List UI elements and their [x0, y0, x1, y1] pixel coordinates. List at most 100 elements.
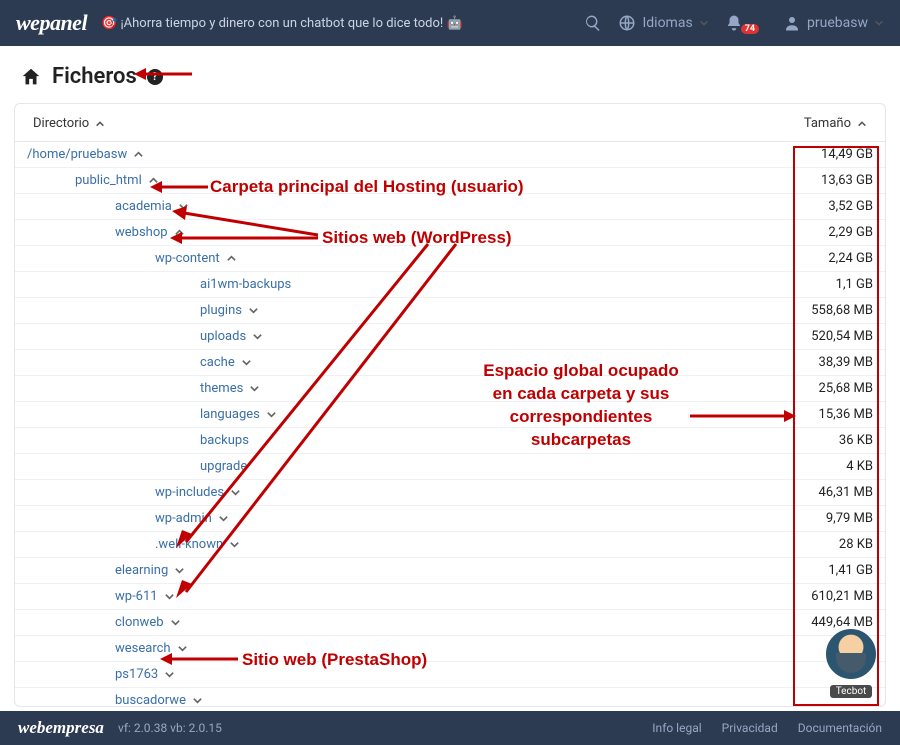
file-tree-card: Directorio Tamaño /home/pruebasw 14,49 GB… [14, 103, 886, 707]
folder-size: 25,68 MB [819, 381, 885, 396]
tree-row[interactable]: ai1wm-backups 1,1 GB [15, 272, 885, 298]
tree-row[interactable]: webshop 2,29 GB [15, 220, 885, 246]
chevron-up-icon[interactable] [133, 149, 144, 160]
column-header-directory[interactable]: Directorio [33, 116, 105, 131]
tree-row[interactable]: wp-611 610,21 MB [15, 584, 885, 610]
chevron-down-icon[interactable] [174, 565, 185, 576]
bell-icon [725, 14, 743, 32]
tree-row[interactable]: plugins 558,68 MB [15, 298, 885, 324]
chevron-down-icon[interactable] [252, 331, 263, 342]
chevron-down-icon [874, 18, 884, 28]
chevron-up-icon[interactable] [226, 253, 237, 264]
tree-row[interactable]: cache38,39 MB [15, 350, 885, 376]
folder-name[interactable]: backups [200, 433, 249, 448]
notifications-button[interactable]: 74 [725, 14, 767, 32]
folder-name[interactable]: cache [200, 355, 235, 370]
folder-name[interactable]: webshop [115, 225, 168, 240]
file-tree-rows: /home/pruebasw 14,49 GB public_html 13,63 G… [15, 142, 885, 707]
folder-name[interactable]: plugins [200, 303, 242, 318]
folder-name[interactable]: wesearch [115, 641, 171, 656]
folder-size: 13,63 GB [821, 173, 885, 188]
folder-size: 3,52 GB [828, 199, 885, 214]
language-label: Idiomas [642, 15, 692, 31]
tecbot-widget[interactable]: Tecbot [822, 629, 880, 699]
tree-row[interactable]: upgrade 4 KB [15, 454, 885, 480]
tecbot-avatar [826, 629, 876, 679]
folder-name[interactable]: wp-611 [115, 589, 158, 604]
chevron-down-icon[interactable] [170, 617, 181, 628]
tree-row[interactable]: wp-admin9,79 MB [15, 506, 885, 532]
tree-row[interactable]: uploads520,54 MB [15, 324, 885, 350]
folder-size: 4 KB [846, 459, 885, 474]
folder-name[interactable]: wp-admin [155, 511, 212, 526]
chevron-down-icon[interactable] [230, 487, 241, 498]
folder-size: 558,68 MB [811, 303, 885, 318]
folder-name[interactable]: ps1763 [115, 667, 158, 682]
folder-name[interactable]: uploads [200, 329, 246, 344]
page-title: Ficheros [52, 64, 137, 89]
chevron-down-icon[interactable] [229, 539, 240, 550]
folder-size: 610,21 MB [811, 589, 885, 604]
folder-size: 1,1 GB [836, 277, 885, 292]
tree-row[interactable]: /home/pruebasw 14,49 GB [15, 142, 885, 168]
help-icon[interactable]: ? [147, 69, 163, 85]
tree-row[interactable]: themes 25,68 MB [15, 376, 885, 402]
folder-name[interactable]: public_html [75, 173, 142, 188]
folder-name[interactable]: wp-includes [155, 485, 224, 500]
chevron-down-icon[interactable] [192, 695, 203, 706]
footer-link-legal[interactable]: Info legal [652, 721, 701, 735]
chevron-up-icon[interactable] [174, 227, 185, 238]
folder-name[interactable]: clonweb [115, 615, 164, 630]
chevron-down-icon[interactable] [266, 409, 277, 420]
tree-row[interactable]: backups 36 KB [15, 428, 885, 454]
user-menu[interactable]: pruebasw [783, 14, 884, 32]
folder-name[interactable]: upgrade [200, 459, 247, 474]
tree-row[interactable]: clonweb449,64 MB [15, 610, 885, 636]
folder-name[interactable]: buscadorwe [115, 693, 186, 707]
folder-size: 2,29 GB [828, 225, 885, 240]
folder-name[interactable]: ai1wm-backups [200, 277, 291, 292]
folder-size: 36 KB [839, 433, 885, 448]
tree-row[interactable]: languages15,36 MB [15, 402, 885, 428]
tree-row[interactable]: academia 3,52 GB [15, 194, 885, 220]
tecbot-label: Tecbot [830, 685, 873, 698]
tree-row[interactable]: elearning1,41 GB [15, 558, 885, 584]
language-menu[interactable]: Idiomas [618, 14, 708, 32]
tree-row[interactable]: buscadorwe [15, 688, 885, 707]
folder-name[interactable]: languages [200, 407, 260, 422]
chevron-down-icon[interactable] [177, 643, 188, 654]
chevron-down-icon[interactable] [249, 383, 260, 394]
chevron-down-icon[interactable] [178, 201, 189, 212]
tree-row[interactable]: ps1763 [15, 662, 885, 688]
chevron-down-icon[interactable] [164, 669, 175, 680]
folder-size: 2,24 GB [828, 251, 885, 266]
footer-link-docs[interactable]: Documentación [798, 721, 882, 735]
folder-size: 28 KB [839, 537, 885, 552]
folder-size: 14,49 GB [821, 147, 885, 162]
tree-row[interactable]: wesearch [15, 636, 885, 662]
chevron-down-icon[interactable] [248, 305, 259, 316]
tree-row[interactable]: .well-known 28 KB [15, 532, 885, 558]
table-header: Directorio Tamaño [15, 104, 885, 142]
user-icon [783, 14, 801, 32]
search-button[interactable] [584, 14, 602, 32]
tree-row[interactable]: public_html 13,63 GB [15, 168, 885, 194]
chevron-down-icon[interactable] [241, 357, 252, 368]
footer-bar: webempresa vf: 2.0.38 vb: 2.0.15 Info le… [0, 711, 900, 745]
chevron-down-icon[interactable] [164, 591, 175, 602]
chevron-down-icon[interactable] [218, 513, 229, 524]
tree-row[interactable]: wp-content 2,24 GB [15, 246, 885, 272]
folder-name[interactable]: wp-content [155, 251, 220, 266]
tree-row[interactable]: wp-includes46,31 MB [15, 480, 885, 506]
column-header-size[interactable]: Tamaño [804, 116, 867, 131]
brand-logo[interactable]: wepanel [16, 10, 87, 36]
folder-name[interactable]: academia [115, 199, 172, 214]
folder-name[interactable]: elearning [115, 563, 168, 578]
footer-link-privacy[interactable]: Privacidad [722, 721, 778, 735]
chevron-up-icon[interactable] [148, 175, 159, 186]
footer-brand[interactable]: webempresa [18, 718, 104, 738]
folder-name[interactable]: themes [200, 381, 243, 396]
folder-name[interactable]: /home/pruebasw [27, 147, 127, 162]
folder-name[interactable]: .well-known [155, 537, 223, 552]
home-icon[interactable] [20, 66, 42, 88]
